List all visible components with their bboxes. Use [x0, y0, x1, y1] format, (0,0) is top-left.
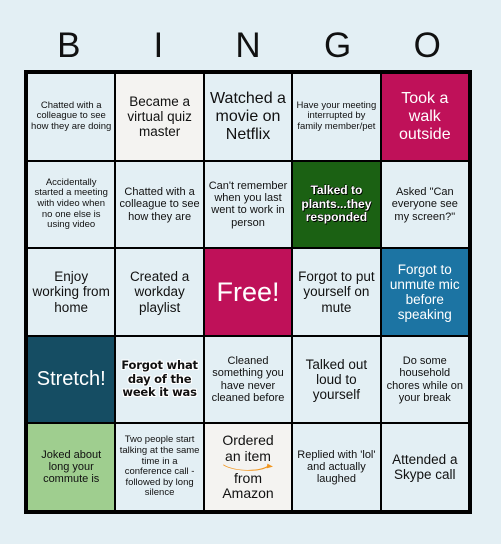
bingo-cell-text: Accidentally started a meeting with vide…: [34, 176, 108, 231]
bingo-cell-text: Do some household chores while on your b…: [386, 354, 464, 404]
amazon-line-3: from: [233, 469, 262, 486]
bingo-cell-text: Asked "Can everyone see my screen?": [391, 185, 458, 223]
bingo-cell-r4c5[interactable]: Do some household chores while on your b…: [380, 335, 469, 424]
bingo-letter-b: B: [57, 26, 81, 65]
bingo-cell-text: Became a virtual quiz master: [127, 94, 192, 140]
bingo-cell-text: Talked to plants...they responded: [301, 183, 372, 225]
bingo-cell-r2c1[interactable]: Accidentally started a meeting with vide…: [27, 160, 116, 249]
bingo-letter-g: G: [323, 26, 352, 65]
bingo-cell-text: Chatted with a colleague to see how they…: [31, 99, 112, 133]
bingo-cell-r3c2[interactable]: Created a workday playlist: [115, 248, 204, 336]
bingo-cell-text: Replied with 'lol' and actually laughed: [297, 448, 376, 486]
bingo-cell-text: Forgot to unmute mic before speaking: [389, 261, 460, 323]
bingo-cell-r3c4[interactable]: Forgot to put yourself on mute: [292, 248, 381, 336]
bingo-cell-text: Chatted with a colleague to see how they…: [119, 185, 200, 223]
bingo-header: B I N G O: [24, 22, 472, 70]
bingo-cell-r3c1[interactable]: Enjoy working from home: [27, 248, 116, 336]
bingo-cell-text: Can't remember when you last went to wor…: [208, 179, 288, 229]
bingo-cell-r3c3[interactable]: Free!: [203, 248, 293, 336]
amazon-text-stack: Ordered an item from Amazon: [208, 432, 288, 501]
amazon-line-1: Ordered: [222, 432, 274, 449]
bingo-cell-r2c2[interactable]: Chatted with a colleague to see how they…: [115, 160, 204, 249]
bingo-cell-text: Took a walk outside: [399, 89, 451, 143]
bingo-cell-text: Created a workday playlist: [129, 269, 190, 315]
bingo-cell-r3c5[interactable]: Forgot to unmute mic before speaking: [380, 248, 469, 336]
bingo-cell-r4c2[interactable]: Forgot what day of the week it was: [115, 335, 204, 424]
amazon-line-4: Amazon: [222, 484, 274, 501]
bingo-cell-r5c5[interactable]: Attended a Skype call: [380, 423, 469, 511]
bingo-cell-r1c5[interactable]: Took a walk outside: [380, 73, 469, 161]
bingo-cell-r5c2[interactable]: Two people start talking at the same tim…: [115, 423, 204, 511]
bingo-letter-o: O: [413, 26, 441, 65]
bingo-cell-r5c3[interactable]: Ordered an item from Amazon: [203, 423, 293, 511]
bingo-cell-r1c2[interactable]: Became a virtual quiz master: [115, 73, 204, 161]
bingo-cell-r1c4[interactable]: Have your meeting interrupted by family …: [292, 73, 381, 161]
bingo-cell-r5c1[interactable]: Joked about long your commute is: [27, 423, 116, 511]
bingo-cell-text: Forgot what day of the week it was: [121, 358, 198, 400]
bingo-cell-r1c3[interactable]: Watched a movie on Netflix: [203, 73, 293, 161]
bingo-cell-text: Two people start talking at the same tim…: [119, 434, 200, 499]
bingo-cell-r2c4[interactable]: Talked to plants...they responded: [292, 160, 381, 249]
bingo-cell-text: Stretch!: [36, 368, 106, 391]
bingo-cell-text: Forgot to put yourself on mute: [298, 269, 375, 315]
bingo-cell-text: Joked about long your commute is: [41, 448, 102, 486]
bingo-letter-i: I: [153, 26, 164, 65]
bingo-cell-r5c4[interactable]: Replied with 'lol' and actually laughed: [292, 423, 381, 511]
bingo-card: B I N G O Chatted with a colleague to se…: [0, 0, 501, 544]
bingo-cell-text: Enjoy working from home: [32, 269, 110, 315]
bingo-cell-text: Have your meeting interrupted by family …: [296, 99, 377, 133]
bingo-cell-r2c3[interactable]: Can't remember when you last went to wor…: [203, 160, 293, 249]
bingo-cell-r4c4[interactable]: Talked out loud to yourself: [292, 335, 381, 424]
bingo-cell-r1c1[interactable]: Chatted with a colleague to see how they…: [27, 73, 116, 161]
bingo-cell-r2c5[interactable]: Asked "Can everyone see my screen?": [380, 160, 469, 249]
bingo-cell-text: Watched a movie on Netflix: [210, 89, 286, 143]
bingo-letter-n: N: [235, 26, 261, 65]
bingo-grid: Chatted with a colleague to see how they…: [24, 70, 472, 514]
bingo-cell-text: Attended a Skype call: [392, 452, 458, 483]
bingo-cell-text: Cleaned something you have never cleaned…: [211, 354, 285, 404]
bingo-cell-text: Talked out loud to yourself: [305, 356, 368, 403]
bingo-cell-r4c3[interactable]: Cleaned something you have never cleaned…: [203, 335, 293, 424]
bingo-cell-text: Free!: [216, 276, 280, 307]
bingo-cell-r4c1[interactable]: Stretch!: [27, 335, 116, 424]
